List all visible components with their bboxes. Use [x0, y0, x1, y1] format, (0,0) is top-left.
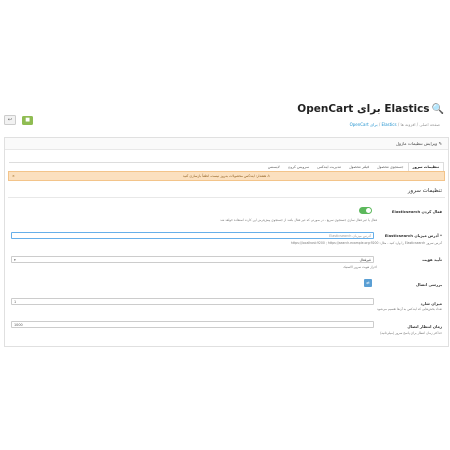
auth-selected: غیرفعال [359, 258, 371, 262]
warning-alert: ⚠ هشدار: ایندکس محصولات به‌روز نیست، لطف… [8, 171, 445, 181]
page-title: 🔍Elastics برای OpenCart [297, 103, 444, 115]
breadcrumb: صفحه اصلی / افزونه ها / Elastics / برای … [349, 122, 440, 127]
timeout-input[interactable]: 1000 [11, 321, 374, 328]
breadcrumb-current[interactable]: Elastics [381, 122, 396, 127]
close-icon[interactable]: × [12, 172, 15, 180]
plug-icon: ⇄ [366, 280, 370, 285]
breadcrumb-last[interactable]: برای OpenCart [350, 122, 378, 127]
breadcrumb-home[interactable]: صفحه اصلی [419, 122, 440, 127]
chevron-down-icon: ▾ [14, 258, 16, 262]
hosts-help: آدرس سرور Elasticsearch را وارد کنید - م… [290, 241, 442, 245]
toggle-knob [366, 208, 371, 213]
page: ■ ↩ 🔍Elastics برای OpenCart صفحه اصلی / … [0, 0, 450, 450]
test-connection-button[interactable]: ⇄ [364, 279, 372, 287]
settings-panel: ✎ ویرایش تنظیمات ماژول تنظیمات سرورجستجو… [4, 137, 449, 347]
divider [8, 197, 445, 198]
header-buttons: ■ ↩ [4, 106, 34, 125]
reply-icon: ↩ [7, 117, 13, 123]
test-label: بررسی اتصال [415, 282, 442, 287]
page-title-text: Elastics برای OpenCart [297, 103, 430, 115]
save-button[interactable]: ■ [22, 116, 34, 125]
auth-select[interactable]: غیرفعال ▾ [11, 256, 374, 263]
batch-help: تعداد بخش‌هایی که ایندکس به آن‌ها تقسیم … [377, 307, 442, 311]
batch-input[interactable]: 1 [11, 298, 374, 305]
breadcrumb-modules[interactable]: افزونه ها [400, 122, 415, 127]
timeout-help: حداکثر زمان انتظار برای پاسخ سرور (میلی‌… [380, 331, 442, 335]
enable-toggle[interactable] [359, 207, 372, 214]
hosts-input[interactable]: آدرس میزبان Elasticsearch [11, 232, 374, 239]
batch-label: میزان شارد [420, 301, 442, 306]
auth-label: تأیید هویت [422, 257, 442, 262]
back-button[interactable]: ↩ [4, 115, 16, 125]
hosts-label: * آدرس میزبان Elasticsearch [384, 233, 442, 238]
enable-label: فعال کردن Elasticsearch [391, 209, 442, 214]
section-title: تنظیمات سرور [407, 188, 442, 194]
tabs: تنظیمات سرورجستجوی محصولفیلتر محصولمدیری… [9, 153, 444, 173]
pencil-icon: ✎ [438, 141, 442, 146]
save-icon: ■ [25, 117, 30, 123]
auth-help: احراز هویت سرور الاستیک [342, 265, 377, 269]
panel-heading: ✎ ویرایش تنظیمات ماژول [5, 138, 448, 150]
search-icon: 🔍 [431, 104, 444, 115]
timeout-label: زمان انتظار اتصال [407, 324, 442, 329]
warning-icon: ⚠ [267, 174, 271, 178]
enable-help: فعال یا غیر فعال سازی جستجوی سریع - در ص… [220, 218, 377, 222]
